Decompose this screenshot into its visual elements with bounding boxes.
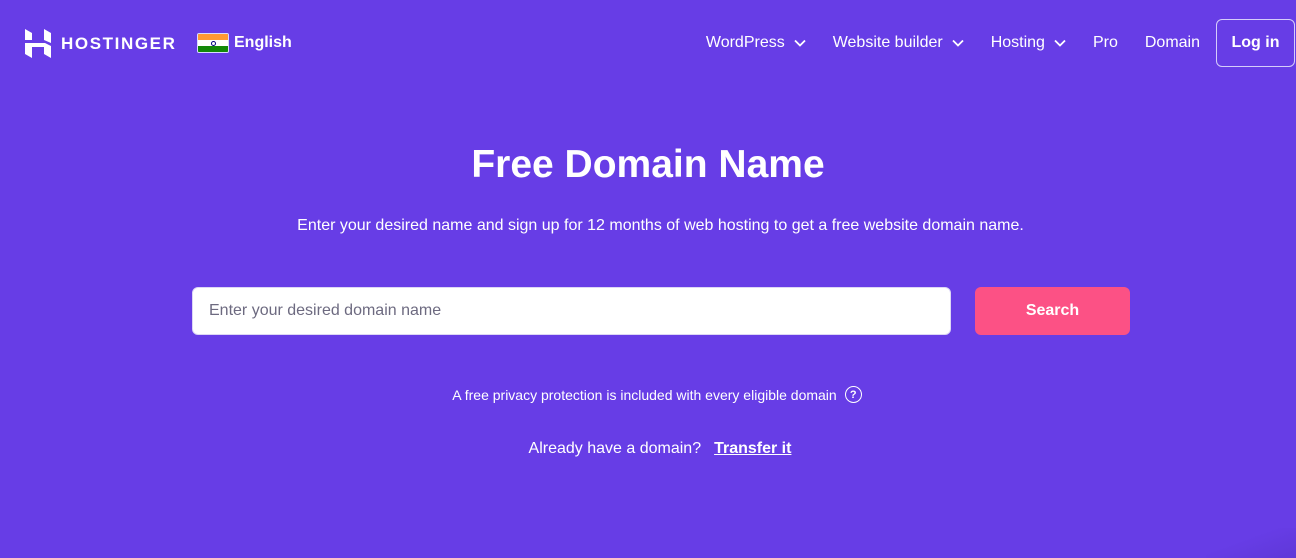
nav-wordpress[interactable]: WordPress — [706, 34, 806, 52]
login-button[interactable]: Log in — [1216, 19, 1295, 67]
privacy-note-text: A free privacy protection is included wi… — [452, 386, 837, 403]
question-circle-icon[interactable]: ? — [844, 386, 862, 403]
india-flag-icon — [197, 33, 229, 53]
nav-label: Pro — [1092, 34, 1118, 51]
transfer-row: Already have a domain? Transfer it — [0, 440, 1296, 458]
privacy-note: A free privacy protection is included wi… — [0, 386, 1296, 403]
main-nav: WordPress Website builder Hosting Pro Do… — [706, 18, 1296, 68]
chevron-down-icon — [952, 39, 964, 47]
page-subtitle: Enter your desired name and sign up for … — [297, 217, 1024, 234]
domain-search-input[interactable] — [192, 287, 951, 335]
hostinger-logo-icon — [25, 29, 51, 58]
nav-hosting[interactable]: Hosting — [991, 34, 1066, 52]
language-selector[interactable]: English — [197, 33, 292, 53]
chevron-down-icon — [1054, 39, 1066, 47]
nav-pro[interactable]: Pro — [1093, 34, 1118, 52]
transfer-link[interactable]: Transfer it — [714, 440, 791, 458]
search-button[interactable]: Search — [975, 287, 1130, 335]
nav-label: WordPress — [705, 34, 785, 51]
nav-label: Domain — [1144, 34, 1200, 51]
page-title: Free Domain Name — [471, 143, 825, 186]
decorative-shade — [1206, 528, 1296, 558]
chevron-down-icon — [794, 39, 806, 47]
hostinger-logo[interactable]: HOSTINGER — [25, 29, 176, 58]
nav-label: Website builder — [832, 34, 943, 51]
nav-website-builder[interactable]: Website builder — [833, 34, 964, 52]
nav-label: Hosting — [990, 34, 1045, 51]
site-header: HOSTINGER English WordPress Website buil… — [0, 0, 1296, 86]
nav-domain[interactable]: Domain — [1145, 34, 1200, 52]
transfer-prompt: Already have a domain? — [528, 440, 702, 457]
brand-name: HOSTINGER — [61, 33, 177, 53]
language-label: English — [234, 34, 292, 51]
